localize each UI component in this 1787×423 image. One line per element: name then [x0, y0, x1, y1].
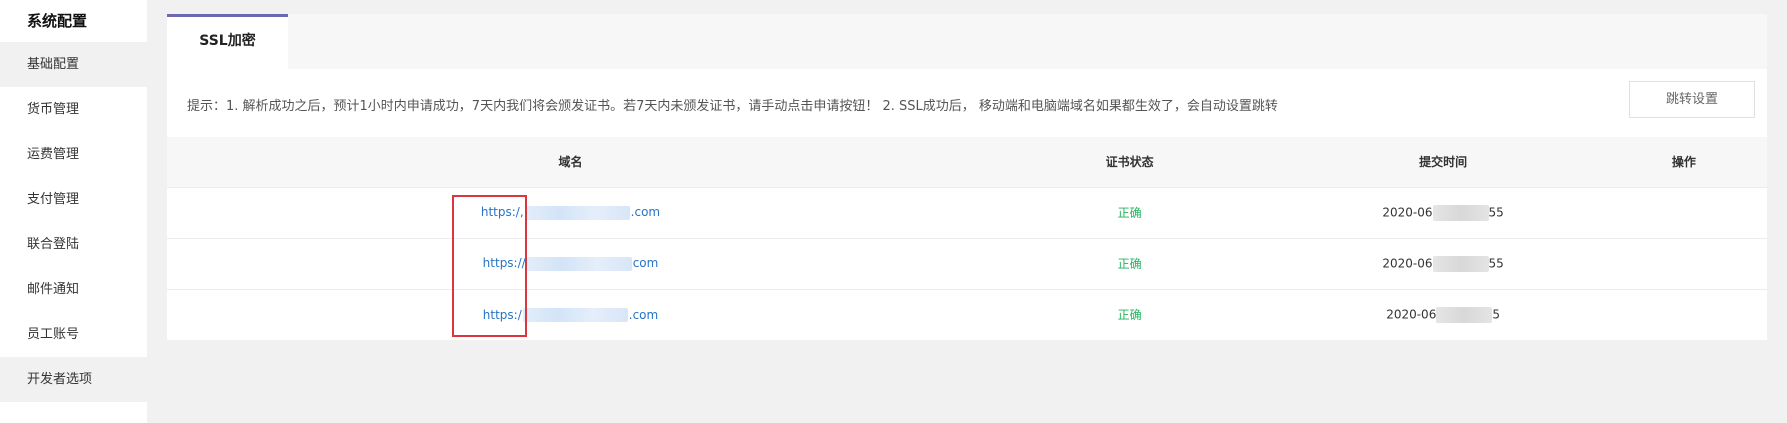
time-suffix: 55: [1488, 205, 1504, 219]
sidebar-item-basic-config[interactable]: 基础配置: [0, 42, 147, 87]
sidebar-item-staff-accounts[interactable]: 员工账号: [0, 312, 147, 357]
table-row: https:/ .com 正确 2020-06 5: [167, 289, 1767, 340]
redirect-settings-button[interactable]: 跳转设置: [1629, 81, 1755, 118]
cert-status: 正确: [1117, 257, 1142, 271]
domain-link[interactable]: https:// com: [482, 256, 659, 271]
action-cell: [1601, 187, 1767, 238]
redacted-time: [1432, 204, 1489, 221]
time-suffix: 55: [1488, 256, 1504, 270]
redacted-domain: [526, 256, 632, 271]
header-action: 操作: [1671, 155, 1696, 170]
time-suffix: 5: [1492, 307, 1500, 322]
cert-status: 正确: [1117, 308, 1142, 323]
sidebar-item-developer-options[interactable]: 开发者选项: [0, 357, 147, 402]
domain-link[interactable]: https:/, .com: [480, 205, 661, 220]
submit-time: 2020-06 5: [1285, 289, 1601, 340]
tab-ssl[interactable]: SSL加密: [167, 14, 288, 69]
header-submit-time: 提交时间: [1419, 155, 1468, 170]
domain-cell: https:/, .com: [167, 187, 974, 238]
domain-link[interactable]: https:/ .com: [483, 308, 658, 322]
sidebar-item-joint-login[interactable]: 联合登陆: [0, 222, 147, 267]
domain-prefix: https://: [482, 256, 526, 271]
submit-time: 2020-06 55: [1285, 187, 1601, 238]
cert-status: 正确: [1117, 206, 1142, 220]
sidebar-item-payment[interactable]: 支付管理: [0, 177, 147, 222]
domain-suffix: .com: [630, 205, 661, 220]
sidebar-item-email-notify[interactable]: 邮件通知: [0, 267, 147, 312]
table-row: https:/, .com 正确 2020-06 55: [167, 187, 1767, 238]
redacted-domain: [522, 308, 628, 322]
domain-suffix: .com: [628, 307, 659, 322]
submit-time: 2020-06 55: [1285, 238, 1601, 289]
redacted-domain: [524, 205, 630, 220]
sidebar-item-shipping[interactable]: 运费管理: [0, 132, 147, 177]
tab-bar: SSL加密: [167, 14, 1767, 69]
notice-text: 提示：1. 解析成功之后，预计1小时内申请成功，7天内我们将会颁发证书。若7天内…: [187, 99, 1278, 114]
ssl-table: 域名 证书状态 提交时间 操作 https:/, .com 正确 2020-06 5…: [167, 137, 1767, 340]
table-row: https:// com 正确 2020-06 55: [167, 238, 1767, 289]
domain-suffix: com: [632, 256, 659, 271]
action-cell: [1601, 289, 1767, 340]
domain-cell: https:/ .com: [167, 289, 974, 340]
header-cert-status: 证书状态: [1105, 155, 1154, 170]
sidebar-item-currency[interactable]: 货币管理: [0, 87, 147, 132]
domain-prefix: https:/,: [480, 205, 524, 220]
action-cell: [1601, 238, 1767, 289]
domain-prefix: https:/: [482, 307, 522, 322]
notice-row: 提示：1. 解析成功之后，预计1小时内申请成功，7天内我们将会颁发证书。若7天内…: [167, 69, 1767, 137]
sidebar-title: 系统配置: [27, 12, 88, 30]
time-prefix: 2020-06: [1382, 256, 1433, 270]
table-header-row: 域名 证书状态 提交时间 操作: [167, 137, 1767, 187]
time-prefix: 2020-06: [1386, 307, 1437, 322]
time-prefix: 2020-06: [1382, 205, 1433, 219]
redacted-time: [1432, 255, 1489, 272]
header-domain: 域名: [558, 155, 583, 170]
domain-cell: https:// com: [167, 238, 974, 289]
sidebar: 系统配置 基础配置 货币管理 运费管理 支付管理 联合登陆 邮件通知 员工账号 …: [0, 0, 147, 423]
ssl-panel: SSL加密 提示：1. 解析成功之后，预计1小时内申请成功，7天内我们将会颁发证…: [167, 14, 1767, 340]
redacted-time: [1436, 306, 1493, 323]
